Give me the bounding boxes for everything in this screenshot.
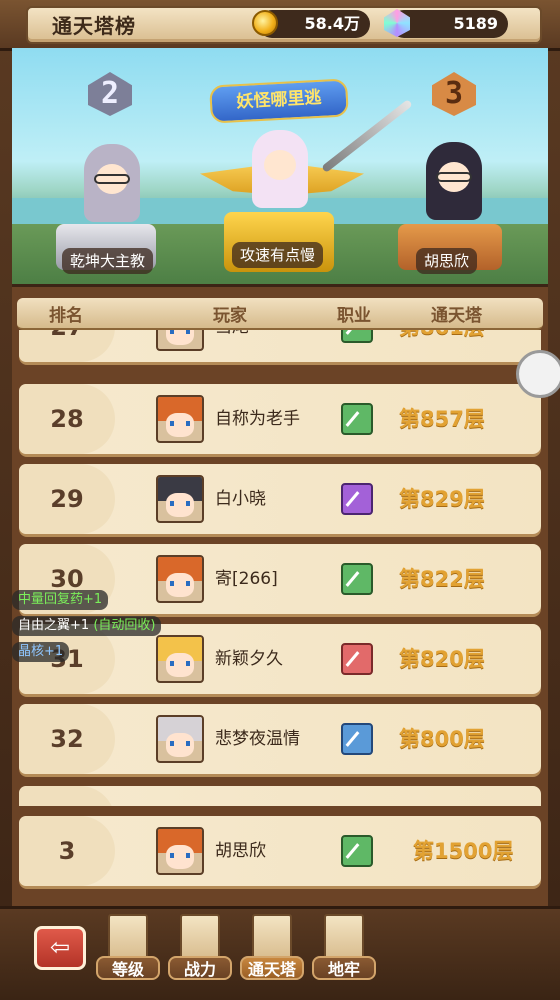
rank-3-badge: 3 [432,72,476,116]
third-place-character[interactable] [426,142,482,220]
game-logo: 妖怪哪里逃 [209,78,349,124]
tab-power[interactable]: 战力 [168,914,232,984]
my-class-icon [341,835,373,867]
tab-level[interactable]: 等级 [96,914,160,984]
first-place-name: 攻速有点慢 [232,242,324,268]
col-rank: 排名 [49,306,83,326]
table-row[interactable]: 29 白小晓 第829层 [19,464,541,534]
page-title: 通天塔榜 [52,14,136,38]
player-name: 自称为老手 [215,409,300,429]
tower-floor: 第820层 [399,647,485,671]
ranking-list[interactable]: 27 当尾 第861层 28 自称为老手 第857层 29 白小晓 第829层 … [12,330,548,806]
tab-label: 地牢 [312,956,376,980]
rank-2-badge: 2 [88,72,132,116]
my-name: 胡思欣 [215,841,266,861]
col-class: 职业 [337,306,371,326]
tower-floor: 第822层 [399,567,485,591]
tower-tab-icon [252,914,292,960]
player-name: 寄[266] [215,569,278,589]
loot-notice: 自由之翼+1 (自动回收) [12,616,162,636]
power-tab-icon [180,914,220,960]
table-row[interactable]: 32 悲梦夜温情 第800层 [19,704,541,774]
first-place-character[interactable] [252,130,308,208]
table-row[interactable]: 27 当尾 第861层 [19,330,541,362]
col-player: 玩家 [213,306,247,326]
player-name: 新颖夕久 [215,649,283,669]
class-icon [341,723,373,755]
tower-floor: 第829层 [399,487,485,511]
class-icon [341,483,373,515]
row-rank: 29 [50,485,84,513]
tab-label: 通天塔 [240,956,304,980]
class-icon [341,330,373,343]
player-avatar [156,715,204,763]
player-avatar [156,475,204,523]
row-rank: 32 [50,725,84,753]
top-bar: 通天塔榜 58.4万 5189 [0,0,560,51]
tower-floor: 第861层 [399,330,485,362]
third-place-name: 胡思欣 [416,248,478,274]
gold-coin-icon [252,10,278,36]
tab-dungeon[interactable]: 地牢 [312,914,376,984]
col-tower: 通天塔 [431,306,482,326]
tab-label: 战力 [168,956,232,980]
player-name: 白小晓 [215,489,266,509]
loot-notice: 晶核+1 [12,642,70,662]
row-rank: 27 [19,330,115,362]
player-avatar [156,555,204,603]
exit-icon: ⇦ [49,933,71,961]
tower-floor: 第857层 [399,407,485,431]
my-ranking-row[interactable]: 3 胡思欣 第1500层 [19,816,541,886]
player-avatar [156,395,204,443]
loot-notice: 中量回复药+1 [12,590,109,610]
table-row[interactable] [19,786,541,806]
my-rank: 3 [58,837,76,865]
tab-tower[interactable]: 通天塔 [240,914,304,984]
second-place-name: 乾坤大主教 [62,248,154,274]
player-avatar [156,330,204,351]
row-rank: 28 [50,405,84,433]
podium: 妖怪哪里逃 2 乾坤大主教 攻速有点慢 3 胡思欣 [12,48,548,284]
second-place-character[interactable] [84,144,140,222]
dungeon-tab-icon [324,914,364,960]
class-icon [341,563,373,595]
my-tower-floor: 第1500层 [413,839,514,863]
floating-pet-button[interactable] [516,350,560,398]
player-name: 当尾 [215,330,249,362]
class-icon [341,643,373,675]
exit-button[interactable]: ⇦ [34,926,86,970]
my-avatar [156,827,204,875]
class-icon [341,403,373,435]
tab-label: 等级 [96,956,160,980]
table-header: 排名 玩家 职业 通天塔 [17,298,543,330]
table-row[interactable]: 28 自称为老手 第857层 [19,384,541,454]
player-name: 悲梦夜温情 [215,729,300,749]
tower-floor: 第800层 [399,727,485,751]
player-avatar [156,635,204,683]
level-tab-icon [108,914,148,960]
